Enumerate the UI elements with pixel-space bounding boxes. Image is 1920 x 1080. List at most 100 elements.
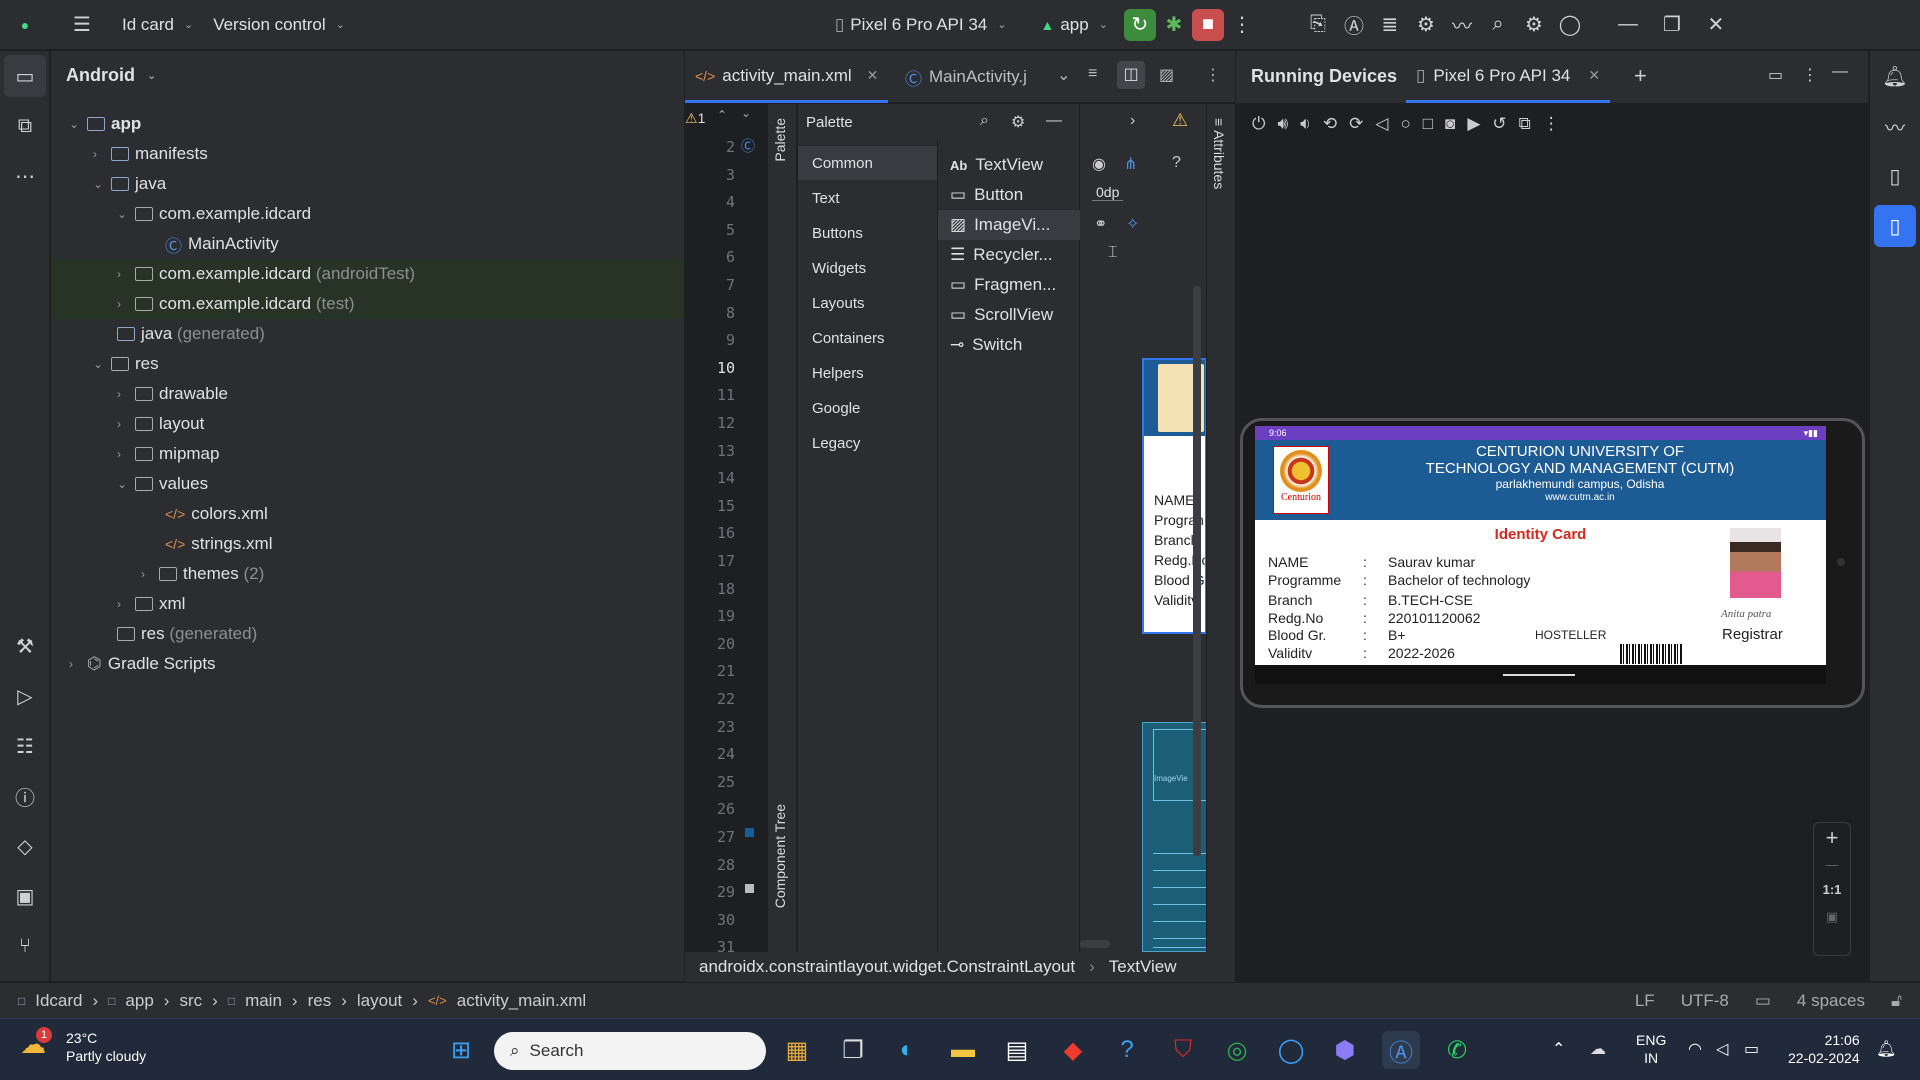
account-icon[interactable]: ◯ <box>1552 7 1588 43</box>
tab-activity-main[interactable]: </> activity_main.xml ✕ <box>685 51 889 103</box>
ms-store-icon[interactable]: ▤ <box>998 1031 1036 1069</box>
copilot-icon[interactable]: ⬢ <box>1326 1031 1364 1069</box>
warning-icon[interactable]: ⚠ <box>1172 110 1188 131</box>
more-actions-icon[interactable]: ⋮ <box>1224 7 1260 43</box>
edge-browser-icon[interactable]: ◐ <box>888 1031 926 1069</box>
breadcrumb-item[interactable]: androidx.constraintlayout.widget.Constra… <box>699 957 1075 977</box>
palette-item-switch[interactable]: ⊸ Switch <box>938 330 1080 360</box>
back-icon[interactable]: ◁ <box>1375 114 1388 134</box>
chevron-up-icon[interactable]: ⌃ <box>717 108 727 122</box>
design-view-icon[interactable]: ▨ <box>1159 65 1174 85</box>
component-tree-tab[interactable]: Component Tree <box>772 804 788 908</box>
tree-node-mainactivity[interactable]: Ⓒ MainActivity <box>165 229 279 259</box>
task-view-icon[interactable]: ❐ <box>834 1031 872 1069</box>
palette-category-text[interactable]: Text <box>798 181 938 215</box>
translate-icon[interactable]: Ⓐ <box>1336 7 1372 43</box>
more-options-icon[interactable]: ⋮ <box>1205 65 1221 85</box>
gear-icon[interactable]: ⚙ <box>1011 112 1025 132</box>
line-separator[interactable]: LF <box>1635 991 1655 1011</box>
rerun-button[interactable]: ↻ <box>1123 8 1156 41</box>
tree-node-app[interactable]: ⌄ app <box>69 109 141 139</box>
device-tab[interactable]: ▯ Pixel 6 Pro API 34 ✕ <box>1406 51 1611 103</box>
tree-node-values[interactable]: ⌄ values <box>117 469 208 499</box>
palette-item-recyclerview[interactable]: ☰ Recycler... <box>938 240 1080 270</box>
rotate-left-icon[interactable]: ⟲ <box>1323 114 1337 134</box>
zoom-out-icon[interactable]: — <box>1814 857 1850 872</box>
tab-mainactivity[interactable]: Ⓒ MainActivity.j <box>895 51 1037 103</box>
minimize-window-icon[interactable]: — <box>1610 7 1646 43</box>
battery-icon[interactable]: ▭ <box>1744 1039 1759 1059</box>
palette-category-common[interactable]: Common <box>798 146 938 180</box>
profiler-icon[interactable]: 〰 <box>1444 7 1480 43</box>
indent-setting[interactable]: 4 spaces <box>1797 991 1865 1011</box>
palette-category-google[interactable]: Google <box>798 391 938 425</box>
palette-category-buttons[interactable]: Buttons <box>798 216 938 250</box>
zoom-actual-size[interactable]: 1:1 <box>1814 882 1850 897</box>
logcat-icon[interactable]: ☷ <box>0 721 50 771</box>
tree-node-colors[interactable]: </> colors.xml <box>165 499 268 529</box>
tree-node-xml[interactable]: › xml <box>117 589 185 619</box>
tree-node-test[interactable]: › com.example.idcard (test) <box>51 289 684 319</box>
tree-node-manifests[interactable]: › manifests <box>93 139 208 169</box>
close-icon[interactable]: ✕ <box>1588 67 1600 84</box>
windows-start-icon[interactable]: ⊞ <box>442 1031 480 1069</box>
tree-node-drawable[interactable]: › drawable <box>117 379 228 409</box>
sdk-manager-icon[interactable]: ⚙ <box>1408 7 1444 43</box>
zoom-fit-icon[interactable]: ▣ <box>1814 909 1850 925</box>
search-icon[interactable]: ⌕ <box>1480 7 1516 43</box>
readonly-icon[interactable]: ▭ <box>1755 991 1771 1011</box>
palette-category-layouts[interactable]: Layouts <box>798 286 938 320</box>
network-alert-icon[interactable]: ☁ <box>1590 1039 1606 1059</box>
hide-panel-icon[interactable]: — <box>1832 63 1848 81</box>
volume-icon[interactable]: ◁ <box>1716 1039 1728 1059</box>
restore-window-icon[interactable]: ❐ <box>1654 7 1690 43</box>
tray-overflow-icon[interactable]: ⌃ <box>1552 1039 1565 1059</box>
chrome-icon[interactable]: ◎ <box>1218 1031 1256 1069</box>
rotate-right-icon[interactable]: ⟳ <box>1349 114 1363 134</box>
add-device-icon[interactable]: + <box>1634 63 1647 89</box>
power-icon[interactable]: ⏻ <box>1252 114 1265 134</box>
stop-button[interactable]: ■ <box>1191 8 1224 41</box>
wifi-icon[interactable]: ◠ <box>1688 1039 1702 1059</box>
more-options-icon[interactable]: ⋮ <box>1543 114 1560 134</box>
screenshot-icon[interactable]: ◙ <box>1445 114 1455 134</box>
build-variants-icon[interactable]: ≣ <box>1372 7 1408 43</box>
margin-value[interactable]: 0dp <box>1092 184 1124 201</box>
path-item[interactable]: app <box>125 991 153 1011</box>
window-layout-icon[interactable]: ▭ <box>1768 65 1783 85</box>
android-studio-icon[interactable]: Ⓐ <box>1382 1031 1420 1069</box>
guidelines-icon[interactable]: ⌶ <box>1108 244 1118 262</box>
path-item[interactable]: layout <box>357 991 402 1011</box>
palette-side-tab[interactable]: Palette <box>772 118 788 162</box>
palette-item-fragment[interactable]: ▭ Fragmen... <box>938 270 1080 300</box>
settings-gear-icon[interactable]: ⚙ <box>1516 7 1552 43</box>
constraints-icon[interactable]: ⚭ <box>1094 214 1107 234</box>
path-item[interactable]: activity_main.xml <box>457 991 586 1011</box>
palette-category-widgets[interactable]: Widgets <box>798 251 938 285</box>
path-item[interactable]: Idcard <box>35 991 82 1011</box>
attributes-tab[interactable]: ≡ Attributes <box>1211 118 1227 189</box>
home-icon[interactable]: ○ <box>1400 114 1410 134</box>
palette-item-scrollview[interactable]: ▭ ScrollView <box>938 300 1080 330</box>
search-icon[interactable]: ⌕ <box>980 112 989 130</box>
mcafee-icon[interactable]: ⛉ <box>1164 1031 1202 1069</box>
lock-icon[interactable]: 🔓︎ <box>1891 991 1902 1011</box>
close-icon[interactable]: ✕ <box>867 67 879 84</box>
whatsapp-icon[interactable]: ✆ <box>1438 1031 1476 1069</box>
project-selector[interactable]: Id card ⌄ <box>112 7 203 43</box>
help-icon[interactable]: ? <box>1172 154 1181 172</box>
snapshot-icon[interactable]: ↺ <box>1492 114 1506 134</box>
palette-item-textview[interactable]: Ab TextView <box>938 150 1080 180</box>
sync-gradle-icon[interactable]: ⎘ <box>1300 7 1336 43</box>
anydesk-icon[interactable]: ◆ <box>1054 1031 1092 1069</box>
device-mirror-icon[interactable]: ⧉ <box>1519 114 1531 134</box>
weather-widget[interactable]: ☁ 1 23°C Partly cloudy <box>20 1027 146 1065</box>
git-branch-icon[interactable]: ⑂ <box>0 921 50 971</box>
resource-manager-icon[interactable]: ⧉ <box>0 101 50 151</box>
palette-item-imageview[interactable]: ▨ ImageVi... <box>938 210 1080 240</box>
tree-node-java-generated[interactable]: java (generated) <box>117 319 265 349</box>
magnet-icon[interactable]: ⋔ <box>1124 154 1137 174</box>
gemini-icon[interactable]: 〰 <box>1870 101 1920 151</box>
debug-icon[interactable]: ✱ <box>1156 7 1192 43</box>
running-devices-icon[interactable]: ▯ <box>1874 205 1916 247</box>
